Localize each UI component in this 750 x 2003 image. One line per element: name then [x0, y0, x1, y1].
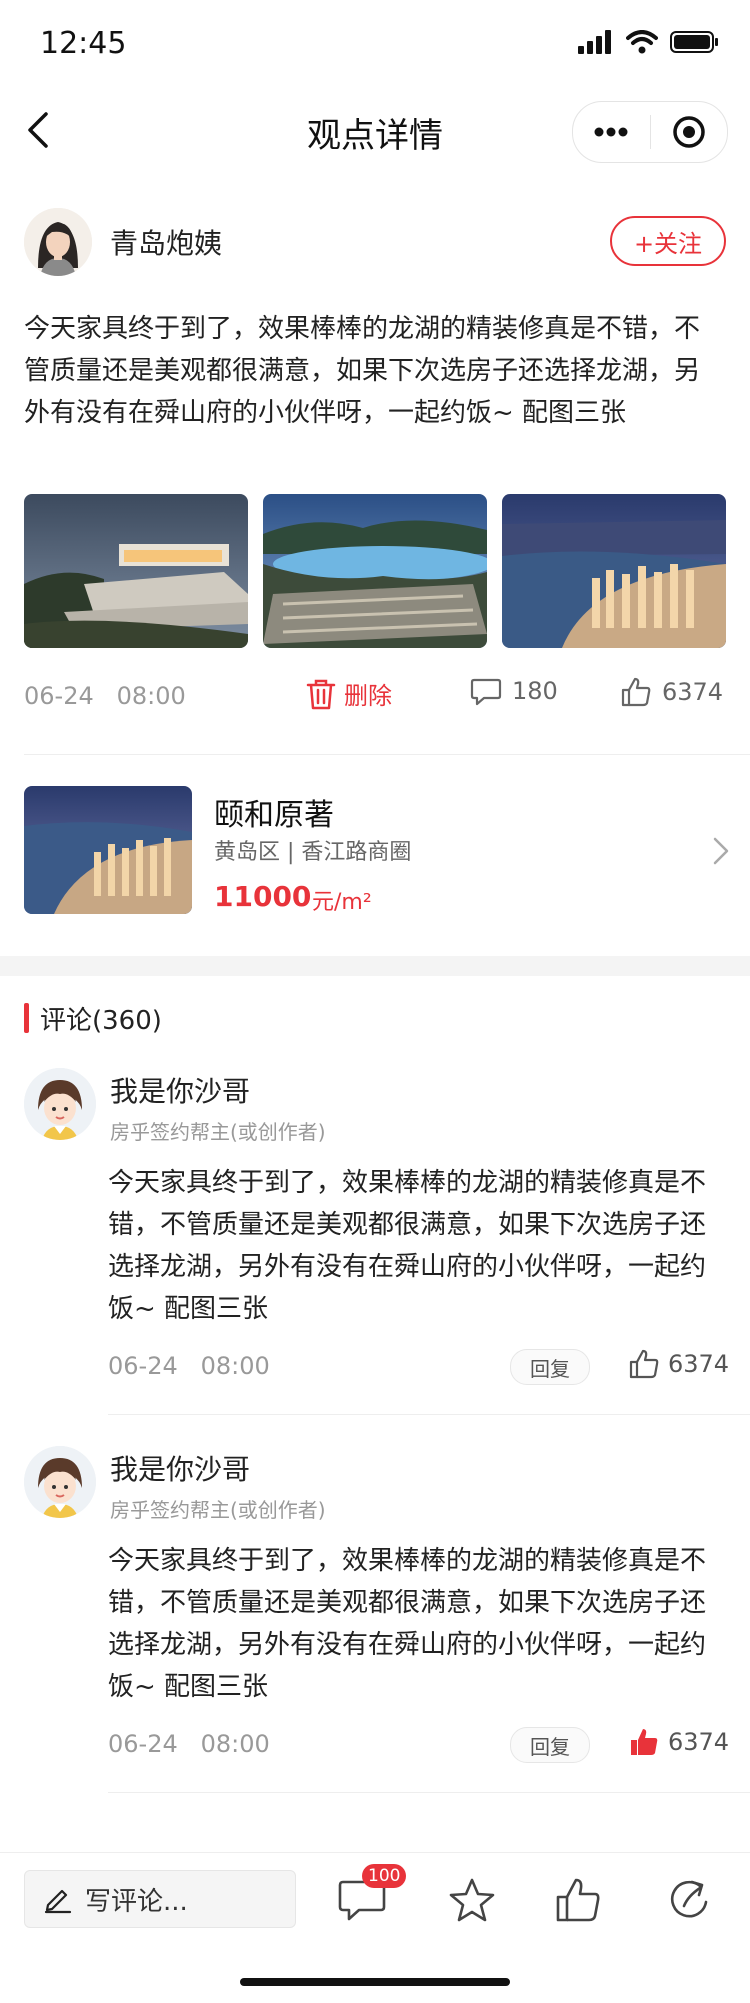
share-button[interactable] — [662, 1872, 718, 1928]
commenter-avatar[interactable] — [24, 1068, 96, 1140]
comment-datetime: 06-24 08:00 — [108, 1730, 270, 1758]
comment-like-button[interactable]: 6374 — [628, 1726, 729, 1758]
comment-time: 08:00 — [200, 1352, 270, 1380]
reply-button[interactable]: 回复 — [510, 1349, 590, 1385]
delete-button[interactable]: 删除 — [306, 676, 392, 711]
reply-button[interactable]: 回复 — [510, 1727, 590, 1763]
commenter-role: 房乎签约帮主(或创作者) — [110, 1498, 326, 1522]
post-date: 06-24 — [24, 682, 94, 710]
follow-button[interactable]: +关注 — [610, 216, 726, 266]
divider — [108, 1414, 750, 1415]
comment-icon — [470, 678, 502, 706]
post-image-1[interactable] — [24, 494, 248, 648]
comment-count: 180 — [512, 677, 558, 705]
like-count: 6374 — [662, 678, 724, 706]
comment-like-count: 6374 — [668, 1728, 730, 1756]
mini-program-capsule — [572, 101, 728, 163]
signal-icon — [578, 30, 611, 54]
thumb-up-icon — [556, 1878, 600, 1922]
commenter-role: 房乎签约帮主(或创作者) — [110, 1120, 326, 1144]
property-area: 黄岛区 | 香江路商圈 — [214, 840, 412, 865]
comment-datetime: 06-24 08:00 — [108, 1352, 270, 1380]
comment-count-button[interactable]: 180 — [470, 676, 558, 706]
commenter-name[interactable]: 我是你沙哥 — [110, 1070, 250, 1110]
author-name[interactable]: 青岛炮姨 — [110, 222, 222, 262]
close-program-button[interactable] — [651, 102, 728, 162]
battery-icon — [670, 31, 718, 53]
property-name[interactable]: 颐和原著 — [214, 790, 334, 834]
write-comment-placeholder: 写评论... — [85, 1886, 188, 1917]
commenter-avatar[interactable] — [24, 1446, 96, 1518]
target-icon — [673, 116, 705, 148]
divider — [108, 1792, 750, 1793]
property-price: 11000 — [214, 880, 312, 913]
chevron-right-icon — [713, 837, 729, 865]
comment-badge: 100 — [362, 1864, 407, 1888]
post-datetime: 06-24 08:00 — [24, 682, 186, 710]
commenter-name[interactable]: 我是你沙哥 — [110, 1448, 250, 1488]
section-accent-bar — [24, 1003, 29, 1033]
bottom-bar-divider — [0, 1852, 750, 1853]
post-time: 08:00 — [116, 682, 186, 710]
comment-time: 08:00 — [200, 1730, 270, 1758]
property-image[interactable] — [24, 786, 192, 914]
wifi-icon — [626, 30, 658, 54]
comment-text: 今天家具终于到了，效果棒棒的龙湖的精装修真是不错，不管质量还是美观都很满意，如果… — [108, 1546, 707, 1702]
more-icon — [594, 127, 628, 137]
post-image-3[interactable] — [502, 494, 726, 648]
comment-like-count: 6374 — [668, 1350, 730, 1378]
share-icon — [670, 1880, 708, 1918]
like-button[interactable]: 6374 — [620, 676, 723, 708]
divider — [24, 754, 750, 755]
thumb-up-filled-icon — [631, 1729, 658, 1755]
delete-label: 删除 — [344, 682, 392, 710]
post-text: 今天家具终于到了，效果棒棒的龙湖的精装修真是不错，不管质量还是美观都很满意，如果… — [24, 314, 701, 428]
status-icons — [578, 30, 720, 54]
comments-title: 评论(360) — [40, 1006, 162, 1036]
author-avatar[interactable] — [24, 208, 92, 276]
property-price-unit: 元/m² — [312, 890, 372, 915]
favorite-button[interactable] — [444, 1872, 500, 1928]
bottom-like-button[interactable] — [550, 1872, 606, 1928]
status-time: 12:45 — [40, 26, 127, 61]
post-image-2[interactable] — [263, 494, 487, 648]
more-button[interactable] — [573, 102, 650, 162]
write-comment-input[interactable]: 写评论... — [24, 1870, 296, 1928]
comment-text: 今天家具终于到了，效果棒棒的龙湖的精装修真是不错，不管质量还是美观都很满意，如果… — [108, 1168, 707, 1324]
thumb-up-icon — [629, 1349, 659, 1379]
thumb-up-icon — [621, 677, 651, 707]
comment-date: 06-24 — [108, 1730, 178, 1758]
comment-date: 06-24 — [108, 1352, 178, 1380]
property-arrow[interactable] — [712, 836, 730, 870]
section-separator — [0, 956, 750, 976]
star-icon — [449, 1878, 495, 1922]
trash-icon — [306, 679, 336, 709]
home-indicator — [240, 1978, 510, 1986]
comment-like-button[interactable]: 6374 — [628, 1348, 729, 1380]
pen-icon — [44, 1889, 72, 1914]
